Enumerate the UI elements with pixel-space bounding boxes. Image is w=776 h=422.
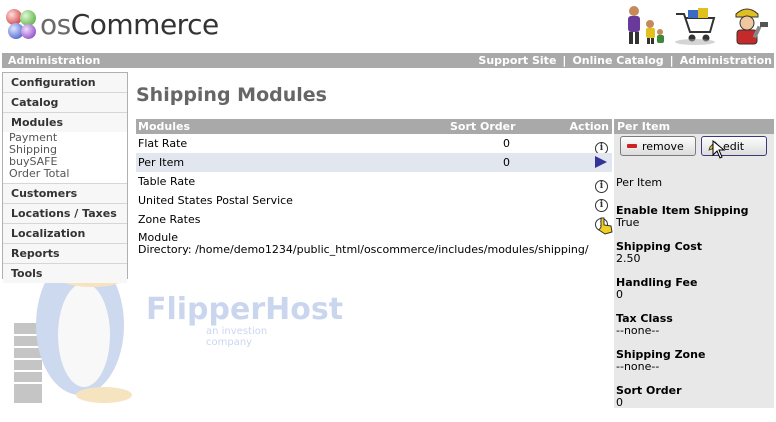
oscommerce-logo[interactable]: osCommerce	[4, 6, 219, 42]
table-row[interactable]: United States Postal Service i	[136, 191, 612, 212]
remove-button-label: remove	[642, 139, 684, 153]
sidebar-item-modules[interactable]: Modules	[3, 113, 127, 132]
module-directory: Module Directory: /home/demo1234/public_…	[136, 229, 612, 259]
info-icon[interactable]: i	[595, 194, 608, 212]
sidebar-item-localization[interactable]: Localization	[3, 224, 127, 244]
arrow-right-icon	[595, 156, 608, 169]
sidebar-item-catalog[interactable]: Catalog	[3, 93, 127, 113]
module-name: Per Item	[138, 156, 185, 169]
remove-button[interactable]: remove	[620, 136, 696, 156]
minus-icon	[627, 144, 637, 148]
field-value-enable-item-shipping: True	[616, 216, 640, 229]
table-row-selected[interactable]: Per Item 0	[136, 153, 612, 172]
field-value-tax-class: --none--	[616, 324, 660, 337]
top-nav-bar: Administration Support Site | Online Catal…	[2, 53, 774, 68]
nav-separator: |	[562, 54, 567, 67]
modules-submenu: Payment Shipping buySAFE Order Total	[3, 132, 127, 184]
column-header-sort-order: Sort Order	[450, 120, 516, 133]
field-value-sort-order: 0	[616, 396, 623, 409]
logo-balls-icon	[4, 7, 38, 41]
hand-cursor-icon	[598, 217, 613, 235]
column-header-action: Action	[569, 120, 609, 133]
field-value-handling-fee: 0	[616, 288, 623, 301]
module-name: Table Rate	[138, 175, 196, 188]
flipperhost-watermark: FlipperHost an investion company	[146, 292, 344, 349]
module-name: Zone Rates	[138, 213, 201, 226]
administration-link[interactable]: Administration	[680, 54, 772, 67]
support-site-link[interactable]: Support Site	[478, 54, 556, 67]
family-shopping-icon[interactable]	[620, 4, 666, 46]
shopping-cart-icon[interactable]	[672, 4, 718, 46]
shipping-modules-table: Modules Sort Order Action Flat Rate 0 i …	[136, 119, 612, 259]
admin-label: Administration	[8, 54, 101, 67]
field-label-handling-fee: Handling Fee	[616, 276, 698, 289]
sidebar-item-reports[interactable]: Reports	[3, 244, 127, 264]
module-sort-order: 0	[503, 156, 510, 169]
table-row[interactable]: Zone Rates i	[136, 210, 612, 231]
module-name: Flat Rate	[138, 137, 188, 150]
column-header-modules: Modules	[138, 120, 190, 133]
module-detail-panel: Per Item remove edit Per Item Enable Ite…	[614, 119, 774, 409]
nav-separator: |	[669, 54, 674, 67]
logo-text: osCommerce	[40, 7, 219, 41]
header: osCommerce	[0, 0, 776, 52]
field-label-sort-order: Sort Order	[616, 384, 682, 397]
worker-icon[interactable]	[724, 4, 770, 46]
sidebar-item-tools[interactable]: Tools	[3, 264, 127, 283]
table-row[interactable]: Flat Rate 0 i	[136, 134, 612, 155]
table-header: Modules Sort Order Action	[136, 119, 612, 134]
info-icon[interactable]: i	[595, 137, 608, 155]
sidebar-menu: Configuration Catalog Modules Payment Sh…	[2, 72, 128, 283]
sidebar-item-locations-taxes[interactable]: Locations / Taxes	[3, 204, 127, 224]
panel-description: Per Item	[616, 176, 663, 189]
mouse-cursor-icon	[712, 140, 726, 159]
online-catalog-link[interactable]: Online Catalog	[572, 54, 663, 67]
info-icon[interactable]: i	[595, 175, 608, 193]
module-directory-path: Directory: /home/demo1234/public_html/os…	[138, 243, 589, 256]
page-title: Shipping Modules	[136, 84, 327, 106]
sidebar-item-configuration[interactable]: Configuration	[3, 73, 127, 93]
edit-button[interactable]: edit	[701, 136, 767, 156]
field-value-shipping-cost: 2.50	[616, 252, 641, 265]
sidebar-item-customers[interactable]: Customers	[3, 184, 127, 204]
table-row[interactable]: Table Rate i	[136, 172, 612, 193]
module-name: United States Postal Service	[138, 194, 293, 207]
module-sort-order: 0	[503, 137, 510, 150]
sidebar-subitem-order-total[interactable]: Order Total	[3, 168, 127, 180]
field-value-shipping-zone: --none--	[616, 360, 660, 373]
panel-title: Per Item	[614, 119, 774, 134]
edit-button-label: edit	[723, 139, 745, 153]
